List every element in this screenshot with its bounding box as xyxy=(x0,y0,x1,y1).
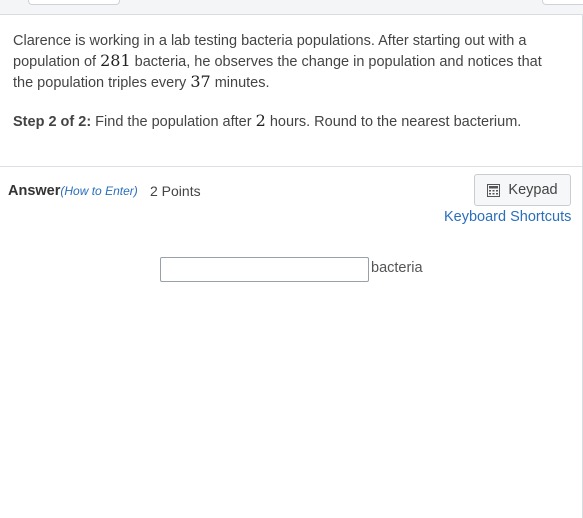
question-text: Clarence is working in a lab testing bac… xyxy=(13,31,563,132)
step-text-start: Find the population after xyxy=(91,114,256,130)
points-label: 2 Points xyxy=(150,183,201,199)
step-instruction: Step 2 of 2: Find the population after 2… xyxy=(13,111,563,132)
question-line-2-start: population of xyxy=(13,54,101,70)
keyboard-shortcuts-link[interactable]: Keyboard Shortcuts xyxy=(444,209,571,225)
step-text-end: hours. Round to the nearest bacterium. xyxy=(265,114,522,130)
step-hours: 2 xyxy=(255,111,266,130)
calculator-icon xyxy=(487,183,501,197)
section-divider xyxy=(0,166,582,167)
question-line-2-end: bacteria, he observes the change in popu… xyxy=(130,54,542,70)
keypad-label: Keypad xyxy=(508,182,558,198)
toolbar-tab-right[interactable] xyxy=(542,0,583,5)
question-line-1: Clarence is working in a lab testing bac… xyxy=(13,33,527,49)
question-paragraph: Clarence is working in a lab testing bac… xyxy=(13,31,563,93)
keypad-button[interactable]: Keypad xyxy=(474,174,571,206)
question-line-3-start: the population triples every xyxy=(13,75,191,91)
initial-population: 281 xyxy=(100,51,131,70)
step-label: Step 2 of 2: xyxy=(13,114,92,130)
answer-unit: bacteria xyxy=(371,260,423,276)
question-line-3-end: minutes. xyxy=(210,75,270,91)
answer-label: Answer xyxy=(8,183,61,199)
top-toolbar xyxy=(0,0,583,15)
answer-input[interactable] xyxy=(160,257,369,282)
answer-header: Answer(How to Enter) xyxy=(8,183,138,199)
tripling-interval: 37 xyxy=(190,72,211,91)
how-to-enter-link[interactable]: (How to Enter) xyxy=(60,184,137,198)
toolbar-tab-left[interactable] xyxy=(28,0,120,5)
